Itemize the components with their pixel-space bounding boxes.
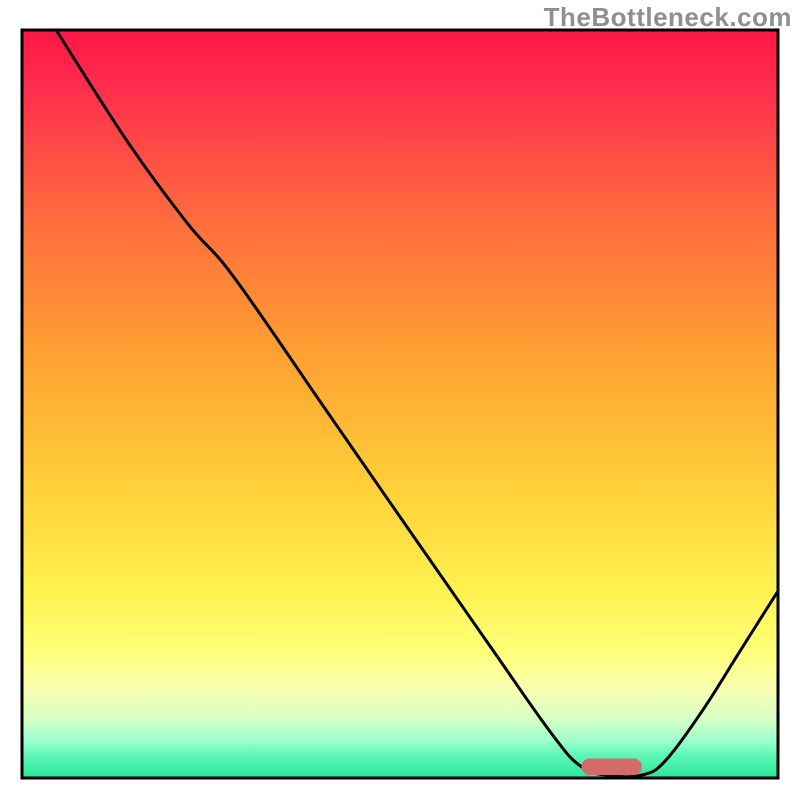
optimal-marker [581, 759, 641, 775]
chart-frame: TheBottleneck.com [0, 0, 800, 800]
watermark-text: TheBottleneck.com [544, 2, 792, 33]
bottleneck-chart [0, 0, 800, 800]
gradient-background [22, 30, 778, 778]
